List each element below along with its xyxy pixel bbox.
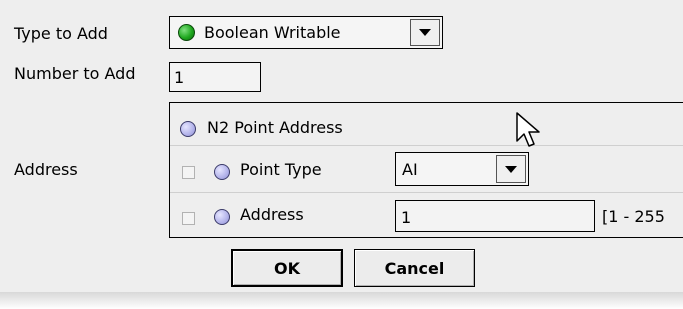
panel-divider	[170, 145, 683, 146]
n2-point-address-label: N2 Point Address	[207, 118, 343, 137]
number-to-add-value: 1	[174, 68, 185, 87]
green-status-icon	[178, 24, 195, 41]
point-type-label: Point Type	[240, 160, 322, 179]
add-points-dialog: Type to Add Boolean Writable Number to A…	[0, 0, 683, 292]
chevron-down-icon	[419, 29, 431, 36]
address-value: 1	[401, 208, 412, 227]
address-range-hint: [1 - 255	[602, 207, 665, 226]
point-type-value: AI	[402, 160, 418, 179]
address-input[interactable]: 1	[395, 200, 595, 232]
ok-button[interactable]: OK	[231, 249, 343, 287]
address-checkbox[interactable]	[182, 212, 195, 225]
point-type-radio[interactable]	[214, 164, 230, 180]
type-to-add-label: Type to Add	[14, 24, 108, 43]
chevron-down-icon	[505, 165, 517, 173]
n2-point-address-radio[interactable]	[180, 121, 196, 137]
cancel-button[interactable]: Cancel	[354, 249, 475, 287]
point-type-dropdown[interactable]: AI	[395, 152, 529, 186]
number-to-add-input[interactable]: 1	[169, 62, 261, 92]
type-to-add-dropdown[interactable]: Boolean Writable	[169, 16, 443, 49]
type-dropdown-arrow-button[interactable]	[410, 19, 440, 46]
point-type-dropdown-arrow-button[interactable]	[496, 155, 526, 183]
address-label: Address	[14, 160, 78, 179]
number-to-add-label: Number to Add	[14, 64, 136, 83]
panel-divider	[170, 192, 683, 193]
address-radio[interactable]	[214, 209, 230, 225]
type-to-add-value: Boolean Writable	[204, 23, 341, 42]
dialog-bottom-shadow	[0, 292, 683, 309]
panel-address-label: Address	[240, 205, 304, 224]
point-type-checkbox[interactable]	[182, 166, 195, 179]
mouse-pointer-icon	[516, 112, 540, 147]
